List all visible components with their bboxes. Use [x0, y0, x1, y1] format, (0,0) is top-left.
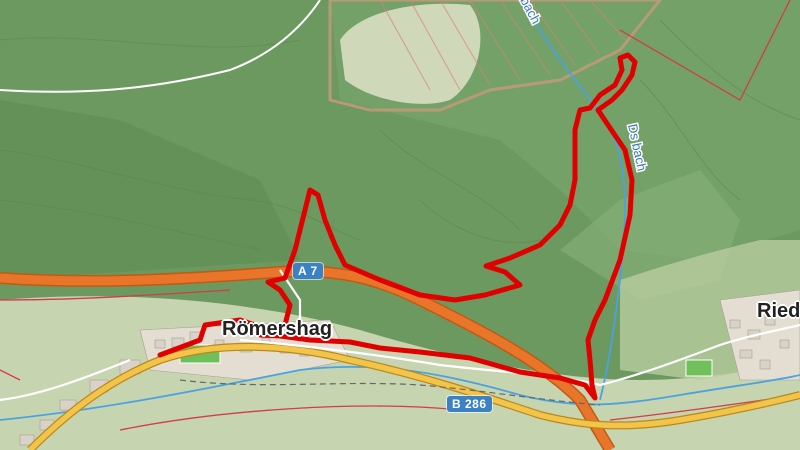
- place-label-ried: Ried: [757, 300, 800, 322]
- road-shield-a7: A 7: [293, 263, 323, 279]
- place-label-roemershag: Römershag: [222, 318, 333, 340]
- sports-field: [685, 359, 713, 377]
- map-canvas[interactable]: bach Ds bach: [0, 0, 800, 450]
- road-shield-b286: B 286: [447, 396, 492, 412]
